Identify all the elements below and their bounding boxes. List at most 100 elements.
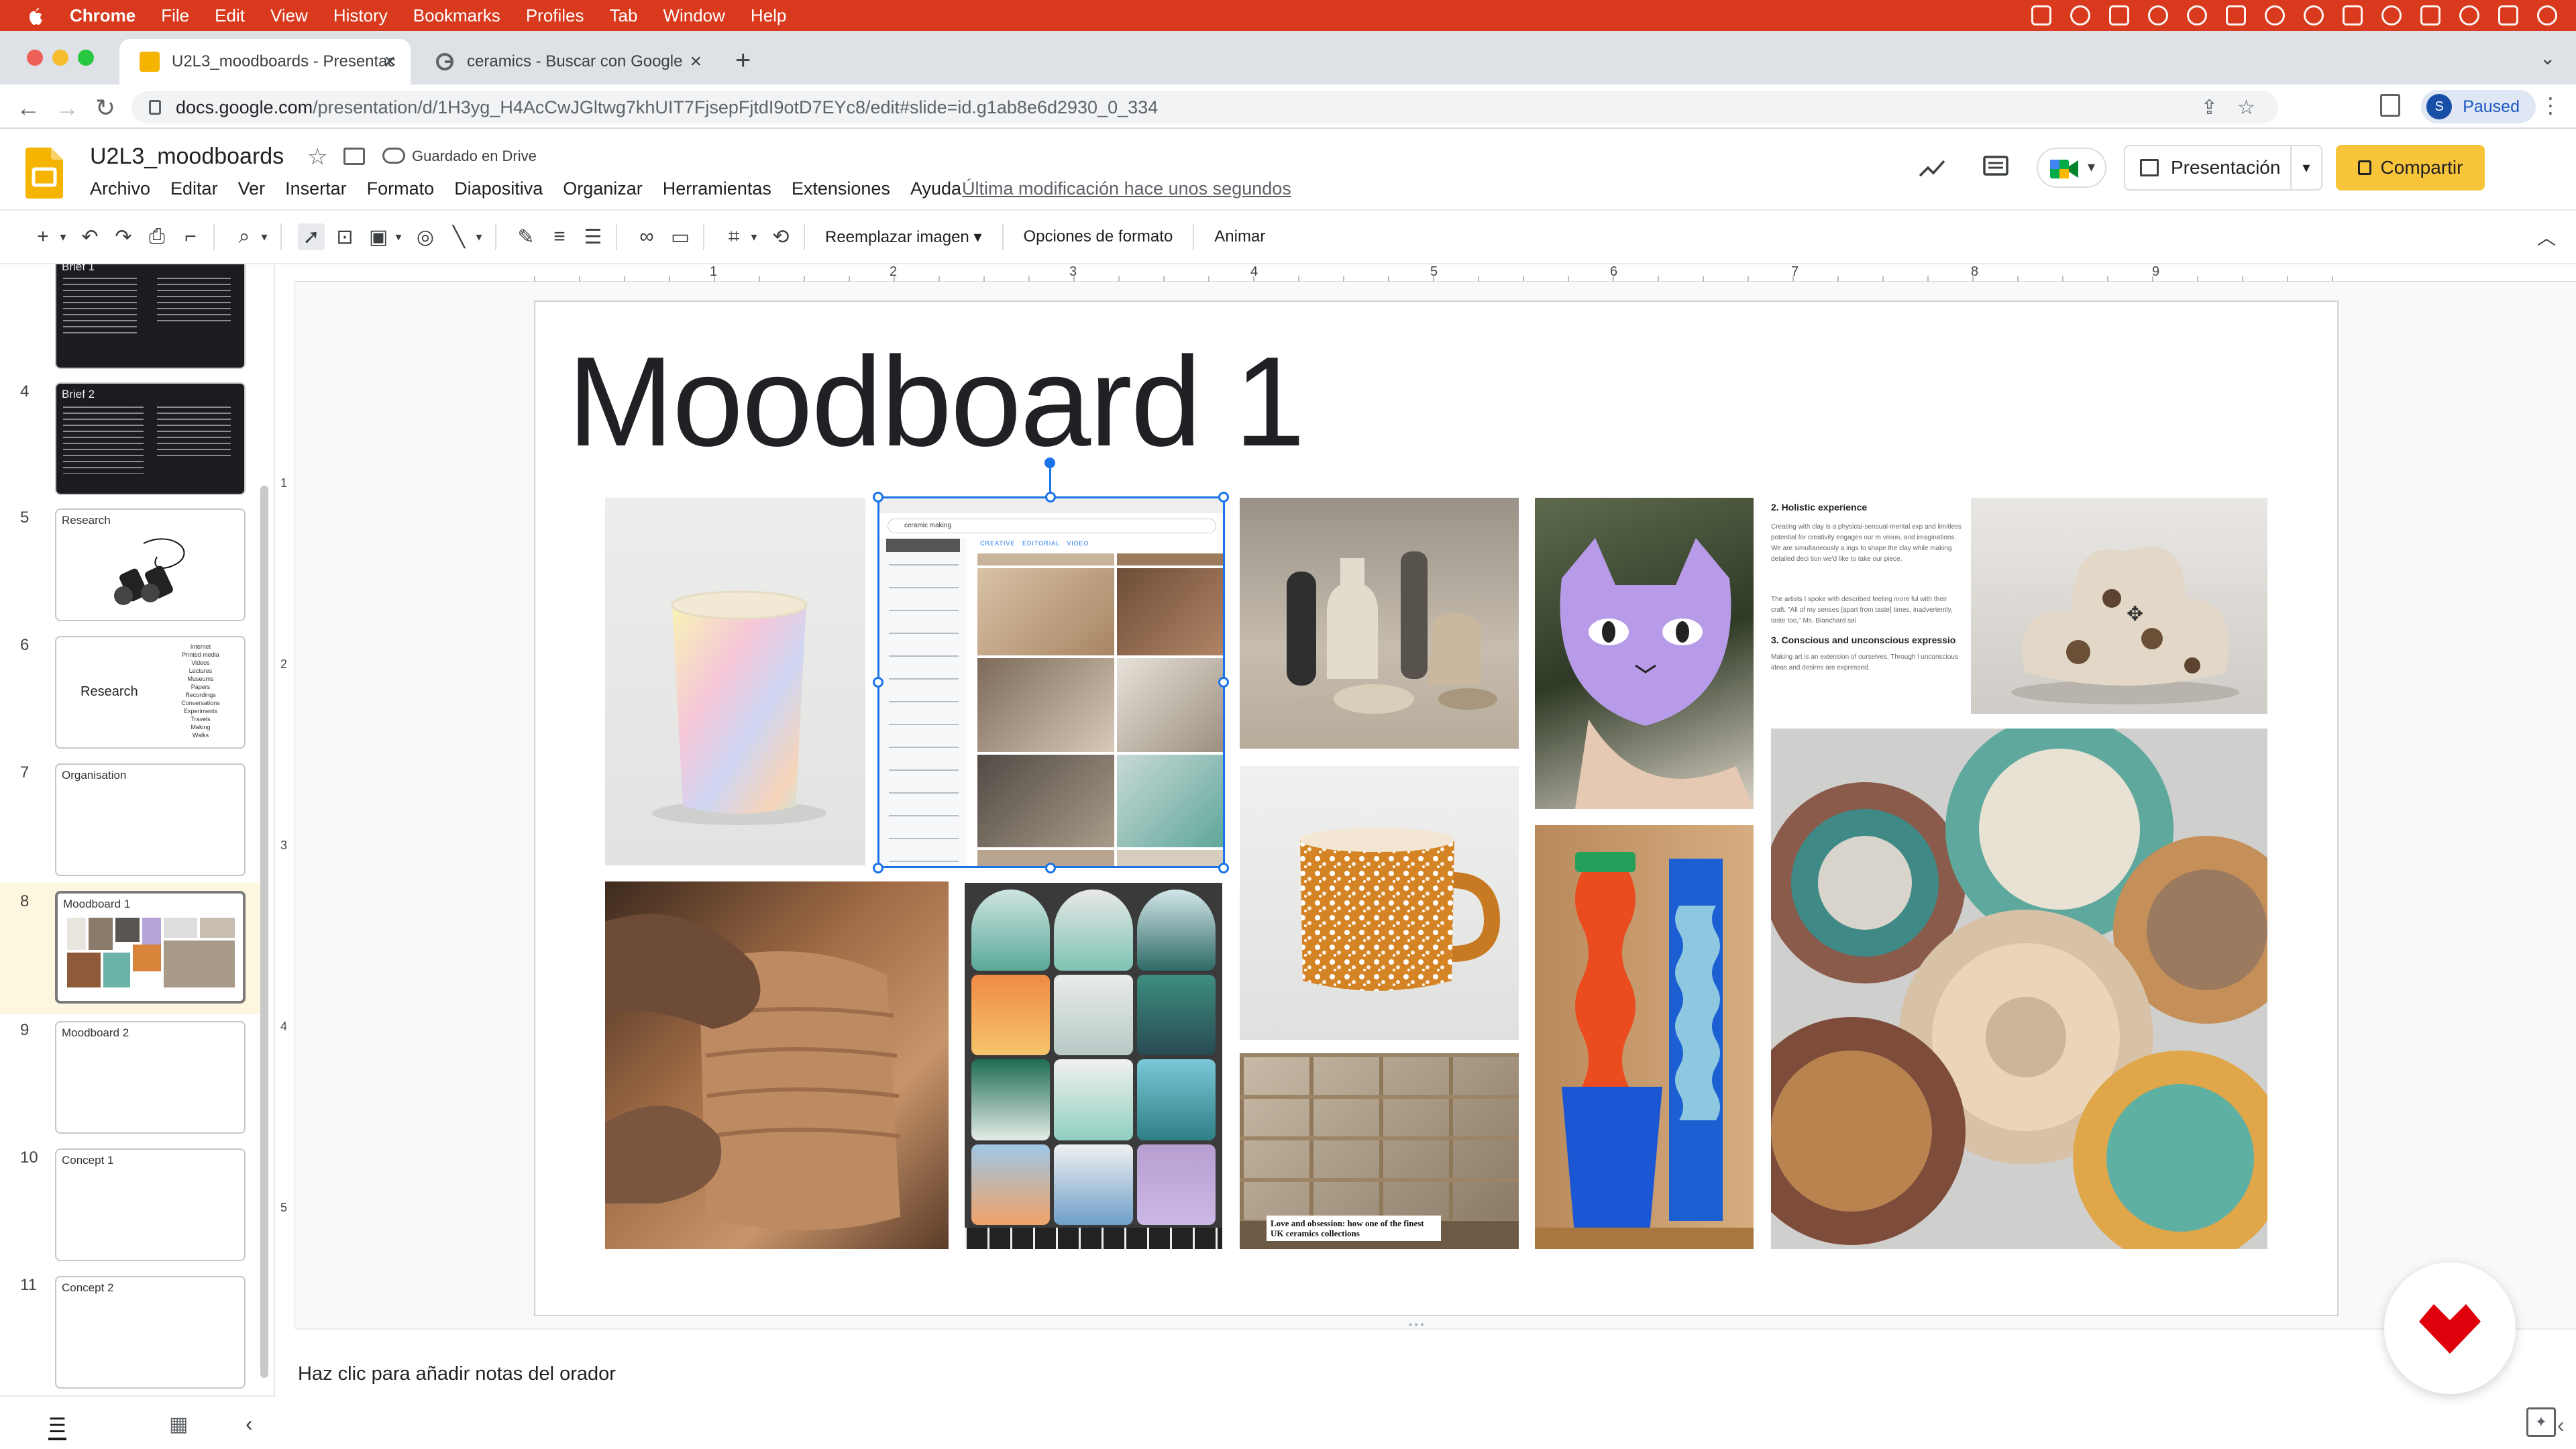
border-dash-icon[interactable]: ☰ — [580, 223, 606, 250]
menu-ver[interactable]: Ver — [238, 178, 266, 199]
moon-icon[interactable] — [2265, 5, 2285, 25]
more-menu-icon[interactable]: ⋮ — [2540, 93, 2561, 118]
animate-button[interactable]: Animar — [1214, 227, 1265, 246]
redo-icon[interactable]: ↷ — [110, 223, 137, 250]
meet-button[interactable]: ▾ — [2037, 148, 2106, 188]
grid-view-icon[interactable]: ▦ — [169, 1413, 188, 1436]
photo-stacked-cups[interactable] — [965, 883, 1222, 1249]
filmstrip-slide-brief-2[interactable]: 4 Brief 2 — [0, 382, 268, 500]
photo-hands-pottery-wheel[interactable] — [605, 881, 949, 1249]
url-input[interactable]: docs.google.com/presentation/d/1H3yg_H4A… — [131, 91, 2278, 123]
crop-icon[interactable]: ⌗ — [720, 223, 747, 250]
photo-wavy-vases[interactable] — [1535, 825, 1754, 1249]
resize-handle-s[interactable] — [1045, 863, 1056, 873]
profile-button[interactable]: S Paused — [2421, 90, 2536, 123]
reset-image-icon[interactable]: ⟲ — [767, 223, 794, 250]
shape-icon[interactable]: ◎ — [412, 223, 439, 250]
close-tab-icon[interactable]: × — [384, 50, 396, 73]
resize-handle-nw[interactable] — [873, 492, 883, 502]
add-comment-icon[interactable]: ▭ — [667, 223, 694, 250]
reload-icon[interactable]: ↻ — [95, 94, 115, 122]
photo-white-sculpture[interactable]: ✥ — [1971, 498, 2267, 714]
move-folder-icon[interactable] — [343, 148, 365, 165]
floating-badge[interactable] — [2384, 1263, 2516, 1394]
zoom-icon[interactable]: ⌕ — [231, 223, 258, 250]
filmstrip-slide-moodboard-2[interactable]: 9 Moodboard 2 — [0, 1021, 268, 1139]
replace-image-button[interactable]: Reemplazar imagen ▾ — [825, 227, 982, 247]
share-button[interactable]: Compartir — [2336, 145, 2485, 191]
filmstrip-scrollbar[interactable] — [260, 486, 268, 1378]
forward-icon[interactable]: → — [55, 94, 79, 122]
border-weight-icon[interactable]: ≡ — [546, 223, 573, 250]
tab-search-icon[interactable]: ⌄ — [2540, 47, 2555, 69]
comments-icon[interactable] — [1983, 156, 2008, 180]
share-page-icon[interactable]: ⇪ — [2201, 96, 2218, 119]
menu-diapositiva[interactable]: Diapositiva — [454, 178, 543, 199]
border-color-icon[interactable]: ✎ — [513, 223, 539, 250]
tab-google-search[interactable]: ceramics - Buscar con Google × — [415, 39, 716, 85]
last-modified-link[interactable]: Última modificación hace unos segundos — [962, 178, 1291, 199]
photo-google-images-screenshot[interactable]: ceramic making CREATIVE EDITORIAL VIDEO — [879, 498, 1224, 867]
close-window-icon[interactable] — [27, 50, 43, 66]
resize-handle-se[interactable] — [1218, 863, 1229, 873]
collapse-menus-icon[interactable]: ︿ — [2537, 223, 2556, 250]
menu-tab[interactable]: Tab — [610, 5, 638, 26]
resize-handle-n[interactable] — [1045, 492, 1056, 502]
menu-file[interactable]: File — [161, 5, 189, 26]
filmstrip-slide-brief-1[interactable]: Brief 1 — [0, 264, 268, 374]
print-icon[interactable]: ⎙ — [144, 223, 170, 250]
rotate-handle[interactable] — [1044, 458, 1055, 468]
filmstrip-slide-research-list[interactable]: 6 Research Internet Printed media Videos… — [0, 636, 268, 754]
resize-handle-w[interactable] — [873, 677, 883, 688]
filmstrip-view-icon[interactable]: ☰ — [48, 1414, 66, 1440]
volume-icon[interactable] — [2343, 5, 2363, 25]
control-center-icon[interactable] — [2498, 5, 2518, 25]
lock-icon[interactable] — [149, 100, 161, 115]
speaker-notes[interactable]: Haz clic para añadir notas del orador ✦ … — [295, 1328, 2576, 1449]
format-options-button[interactable]: Opciones de formato — [1024, 227, 1173, 246]
zoom-dropdown-icon[interactable]: ▾ — [258, 223, 271, 250]
slide-canvas[interactable]: Moodboard 1 ceramic making CREATIVE EDIT… — [295, 282, 2576, 1330]
sync-icon[interactable] — [2070, 5, 2090, 25]
menu-organizar[interactable]: Organizar — [563, 178, 643, 199]
user-icon[interactable] — [2381, 5, 2402, 25]
menu-view[interactable]: View — [270, 5, 308, 26]
keyboard-icon[interactable] — [2420, 5, 2440, 25]
apple-icon[interactable] — [24, 4, 47, 27]
side-panel-icon[interactable] — [2380, 94, 2400, 117]
menu-herramientas[interactable]: Herramientas — [663, 178, 771, 199]
filmstrip-slide-organisation[interactable]: 7 Organisation — [0, 763, 268, 881]
star-icon[interactable]: ☆ — [307, 144, 327, 170]
new-tab-icon[interactable]: + — [735, 46, 751, 76]
photo-ceramic-vessels[interactable] — [1240, 498, 1519, 749]
menu-ayuda[interactable]: Ayuda — [910, 178, 961, 199]
explore-icon[interactable]: ✦ — [2526, 1407, 2556, 1437]
present-button[interactable]: Presentación ▾ — [2124, 145, 2322, 191]
filmstrip-slide-concept-2[interactable]: 11 Concept 2 — [0, 1276, 268, 1394]
close-tab-icon[interactable]: × — [690, 50, 702, 73]
minimize-window-icon[interactable] — [52, 50, 68, 66]
image-dropdown-icon[interactable]: ▾ — [392, 223, 405, 250]
wifi-icon[interactable] — [2304, 5, 2324, 25]
article-excerpt[interactable]: 2. Holistic experience Creating with cla… — [1771, 498, 1962, 712]
mask-dropdown-icon[interactable]: ▾ — [747, 223, 761, 250]
search-icon[interactable] — [2459, 5, 2479, 25]
speaker-notes-placeholder[interactable]: Haz clic para añadir notas del orador — [298, 1363, 616, 1385]
menu-history[interactable]: History — [333, 5, 388, 26]
back-icon[interactable]: ← — [16, 94, 40, 122]
select-cursor-icon[interactable]: ➚ — [298, 223, 325, 250]
show-side-panel-icon[interactable]: ‹ — [2557, 1413, 2565, 1438]
menu-app-chrome[interactable]: Chrome — [70, 5, 136, 26]
document-title[interactable]: U2L3_moodboards — [90, 144, 284, 170]
new-slide-dropdown-icon[interactable]: ▾ — [56, 223, 70, 250]
menu-help[interactable]: Help — [751, 5, 786, 26]
insert-image-icon[interactable]: ▣ — [365, 223, 392, 250]
photo-purple-cat-cup[interactable] — [1535, 498, 1754, 809]
menu-bookmarks[interactable]: Bookmarks — [413, 5, 500, 26]
bookmark-star-icon[interactable]: ☆ — [2237, 96, 2255, 119]
line-icon[interactable]: ╲ — [445, 223, 472, 250]
photo-ceramics-bookshelf[interactable]: Love and obsession: how one of the fines… — [1240, 1053, 1519, 1249]
filmstrip-slide-research-binoculars[interactable]: 5 Research — [0, 508, 268, 627]
menu-profiles[interactable]: Profiles — [526, 5, 584, 26]
text-box-icon[interactable]: ⊡ — [331, 223, 358, 250]
